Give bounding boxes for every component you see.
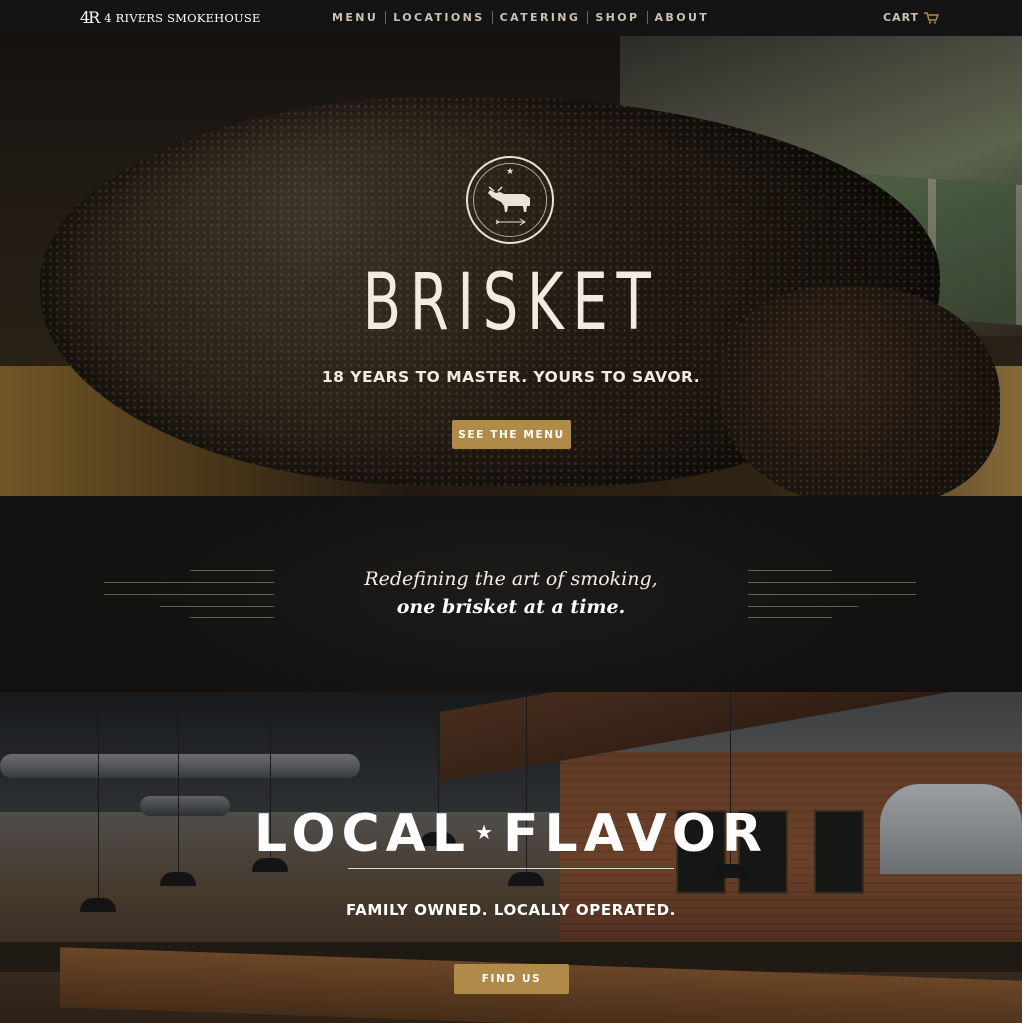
main-menu: MENU LOCATIONS CATERING SHOP ABOUT (332, 11, 709, 24)
nav-item-catering[interactable]: CATERING (500, 11, 581, 24)
nav-item-menu[interactable]: MENU (332, 11, 378, 24)
brand-logo-mark: 4R (80, 8, 100, 27)
local-flavor-title: LOCAL ★FLAVOR (0, 804, 1022, 864)
steer-icon (488, 186, 530, 212)
arrow-icon (495, 218, 526, 226)
nav-divider (491, 11, 493, 24)
cart-label: CART (883, 11, 920, 24)
cart-link[interactable]: CART (883, 11, 940, 24)
tagline-line-1: Redefining the art of smoking, (364, 568, 658, 590)
hero-subtitle: 18 YEARS TO MASTER. YOURS TO SAVOR. (321, 368, 701, 386)
local-title-part-1: LOCAL (254, 804, 472, 864)
nav-item-shop[interactable]: SHOP (595, 11, 639, 24)
star-icon: ★ (506, 167, 515, 177)
nav-divider (587, 11, 589, 24)
tagline-line-2: one brisket at a time. (396, 596, 626, 618)
nav-divider (385, 11, 387, 24)
nav-divider (646, 11, 648, 24)
find-us-button[interactable]: FIND US (454, 964, 569, 994)
hero-section: ★ BRISKET 18 YEARS TO MASTER. YOURS TO S… (0, 36, 1022, 496)
local-subtitle: FAMILY OWNED. LOCALLY OPERATED. (346, 901, 676, 919)
see-the-menu-button[interactable]: SEE THE MENU (452, 420, 571, 449)
nav-item-locations[interactable]: LOCATIONS (393, 11, 484, 24)
nav-item-about[interactable]: ABOUT (655, 11, 710, 24)
shopping-cart-icon (924, 11, 940, 24)
steer-badge-icon: ★ (466, 156, 554, 244)
local-flavor-section: LOCAL ★FLAVOR FAMILY OWNED. LOCALLY OPERA… (0, 692, 1022, 1023)
local-title-part-2: FLAVOR (503, 804, 768, 864)
tagline-section: Redefining the art of smoking, one brisk… (0, 496, 1022, 692)
brand-logo[interactable]: 4R 4 RIVERS SMOKEHOUSE (80, 8, 261, 27)
title-underline (348, 868, 674, 869)
top-navigation: 4R 4 RIVERS SMOKEHOUSE MENU LOCATIONS CA… (0, 0, 1022, 36)
brand-name: 4 RIVERS SMOKEHOUSE (104, 10, 261, 25)
hero-title: BRISKET (362, 258, 660, 348)
star-icon: ★ (475, 820, 499, 844)
